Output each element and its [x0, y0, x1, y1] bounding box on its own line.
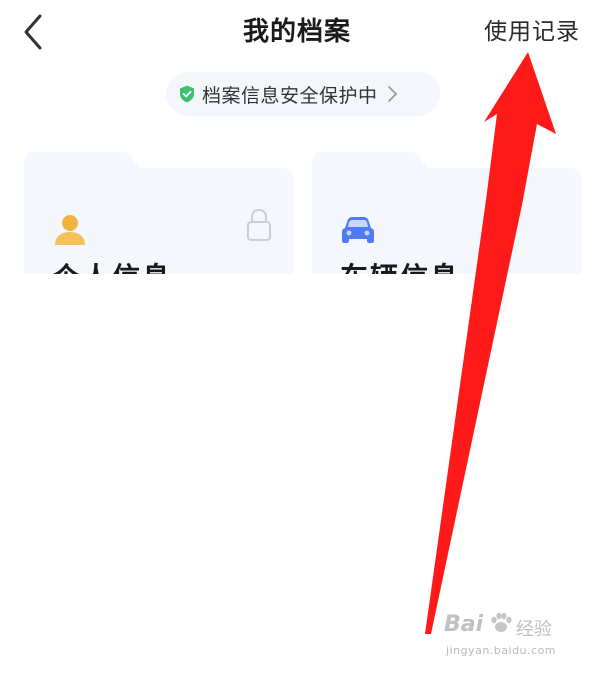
watermark-brand: Bai [444, 612, 484, 637]
vehicle-info-card[interactable]: 车辆信息 [312, 152, 582, 274]
chevron-right-icon [387, 86, 397, 102]
shield-check-icon [180, 85, 194, 103]
usage-record-link[interactable]: 使用记录 [484, 16, 580, 48]
card-title: 车辆信息 [340, 260, 460, 274]
security-banner-text: 档案信息安全保护中 [202, 84, 378, 107]
lock-icon [247, 208, 271, 241]
person-icon [55, 215, 85, 245]
watermark-suffix: 经验 [516, 619, 552, 640]
card-title: 个人信息 [52, 260, 172, 274]
baidu-watermark: Bai 经验 jingyan.baidu.com [444, 612, 560, 662]
card-body: 个人信息 [24, 168, 294, 274]
card-body: 车辆信息 [312, 168, 582, 274]
header-bar: 我的档案 使用记录 [0, 0, 594, 64]
paw-icon [491, 612, 512, 632]
personal-info-card[interactable]: 个人信息 [24, 152, 294, 274]
security-banner[interactable]: 档案信息安全保护中 [166, 72, 440, 116]
car-icon [342, 217, 374, 243]
watermark-url: jingyan.baidu.com [446, 644, 557, 657]
